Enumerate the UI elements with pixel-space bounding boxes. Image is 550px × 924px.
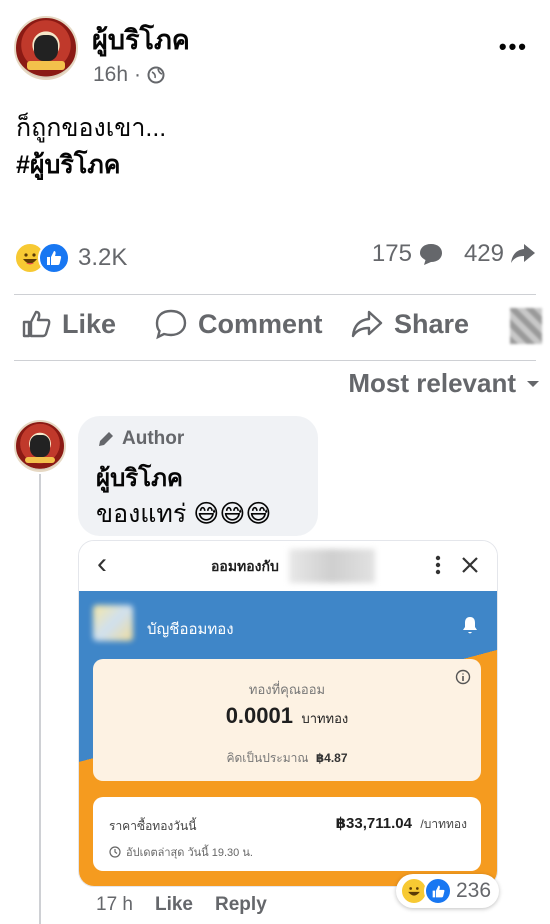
blurred-title-text	[289, 549, 375, 583]
pencil-icon	[99, 432, 113, 446]
like-reaction-icon	[424, 877, 452, 905]
close-icon	[462, 557, 478, 573]
app-topbar: ‹ ออมทองกับ	[79, 541, 497, 591]
post-text: ก็ถูกของเขา... #ผู้บริโภค	[16, 110, 166, 184]
bell-icon	[463, 617, 477, 634]
value-amount: ฿4.87	[315, 751, 348, 765]
post-time[interactable]: 16h	[93, 63, 128, 87]
comment-bubble-icon	[419, 244, 442, 265]
caret-down-icon	[527, 380, 539, 387]
post-stats: 175 429	[372, 240, 536, 268]
comment-like-button[interactable]: Like	[155, 894, 193, 916]
clock-icon	[109, 846, 121, 858]
like-button[interactable]: Like	[20, 308, 116, 340]
author-badge-label: Author	[122, 428, 185, 449]
comment-avatar[interactable]	[14, 420, 66, 472]
gold-amount: 0.0001	[225, 703, 293, 728]
price-row: ฿33,711.04 /บาททอง	[336, 814, 467, 834]
reaction-summary[interactable]: 3.2K	[14, 242, 127, 274]
share-button[interactable]: Share	[350, 308, 469, 340]
comment-label: Comment	[198, 308, 323, 339]
comment-reaction-count: 236	[456, 879, 492, 902]
gold-price-card: ราคาซื้อทองวันนี้ ฿33,711.04 /บาททอง อัป…	[93, 797, 481, 871]
post-body: ก็ถูกของเขา...	[16, 114, 167, 142]
value-row: คิดเป็นประมาณ ฿4.87	[93, 749, 481, 768]
share-count[interactable]: 429	[464, 240, 504, 268]
gold-amount-row: 0.0001 บาททอง	[93, 703, 481, 729]
comment-author-name[interactable]: ผู้บริโภค	[96, 458, 183, 497]
comment-text: ของแทร่ 😅😅😅	[96, 500, 272, 528]
share-arrow-icon	[511, 244, 535, 263]
comment-icon	[155, 309, 187, 340]
updated-row: อัปเดตล่าสุด วันนี้ 19.30 น.	[109, 843, 253, 861]
comment-button[interactable]: Comment	[154, 308, 323, 340]
meta-separator: ·	[134, 63, 142, 86]
thumb-up-icon	[22, 310, 51, 338]
author-badge: Author	[96, 428, 184, 450]
value-label: คิดเป็นประมาณ	[226, 751, 309, 765]
saved-label: ทองที่คุณออม	[248, 682, 326, 697]
divider-top	[14, 294, 536, 295]
gold-unit: บาททอง	[301, 711, 349, 726]
share-label: Share	[394, 308, 470, 339]
account-label: บัญชีออมทอง	[147, 621, 234, 638]
kebab-icon	[435, 555, 441, 575]
blurred-bank-logo	[93, 605, 133, 641]
share-icon	[351, 310, 383, 338]
comment-meta: 17 h Like Reply	[96, 894, 267, 916]
price-label: ราคาซื้อทองวันนี้	[109, 819, 197, 833]
more-options-button[interactable]: •••	[499, 34, 528, 60]
back-icon: ‹	[97, 547, 107, 580]
thread-line	[39, 474, 41, 924]
price-unit: /บาททอง	[420, 817, 467, 831]
gold-savings-card: ทองที่คุณออม 0.0001 บาททอง คิดเป็นประมาณ…	[93, 659, 481, 781]
globe-icon	[147, 66, 165, 84]
divider-bottom	[14, 360, 536, 361]
price-value: ฿33,711.04	[335, 815, 412, 832]
post-meta: 16h ·	[93, 63, 165, 87]
comment-attached-image[interactable]: ‹ ออมทองกับ บัญชีออมทอง ทองที่คุณออม 0.0…	[78, 540, 498, 887]
updated-text: อัปเดตล่าสุด วันนี้ 19.30 น.	[126, 847, 253, 859]
comment-sort-dropdown[interactable]: Most relevant	[348, 368, 540, 399]
like-label: Like	[62, 308, 117, 339]
comment-reply-button[interactable]: Reply	[215, 894, 267, 916]
like-reaction-icon	[38, 242, 70, 274]
blurred-profile-thumbnail[interactable]	[510, 308, 542, 344]
comment-time[interactable]: 17 h	[96, 894, 133, 916]
comment-count[interactable]: 175	[372, 240, 412, 268]
comment-reaction-summary[interactable]: 236	[396, 874, 500, 908]
page-name[interactable]: ผู้บริโภค	[92, 18, 190, 61]
info-icon	[455, 669, 471, 685]
page-avatar[interactable]	[14, 16, 78, 80]
sort-label: Most relevant	[348, 368, 516, 398]
post-hashtag[interactable]: #ผู้บริโภค	[16, 147, 166, 184]
app-title: ออมทองกับ	[211, 558, 279, 574]
reaction-count: 3.2K	[78, 244, 128, 271]
